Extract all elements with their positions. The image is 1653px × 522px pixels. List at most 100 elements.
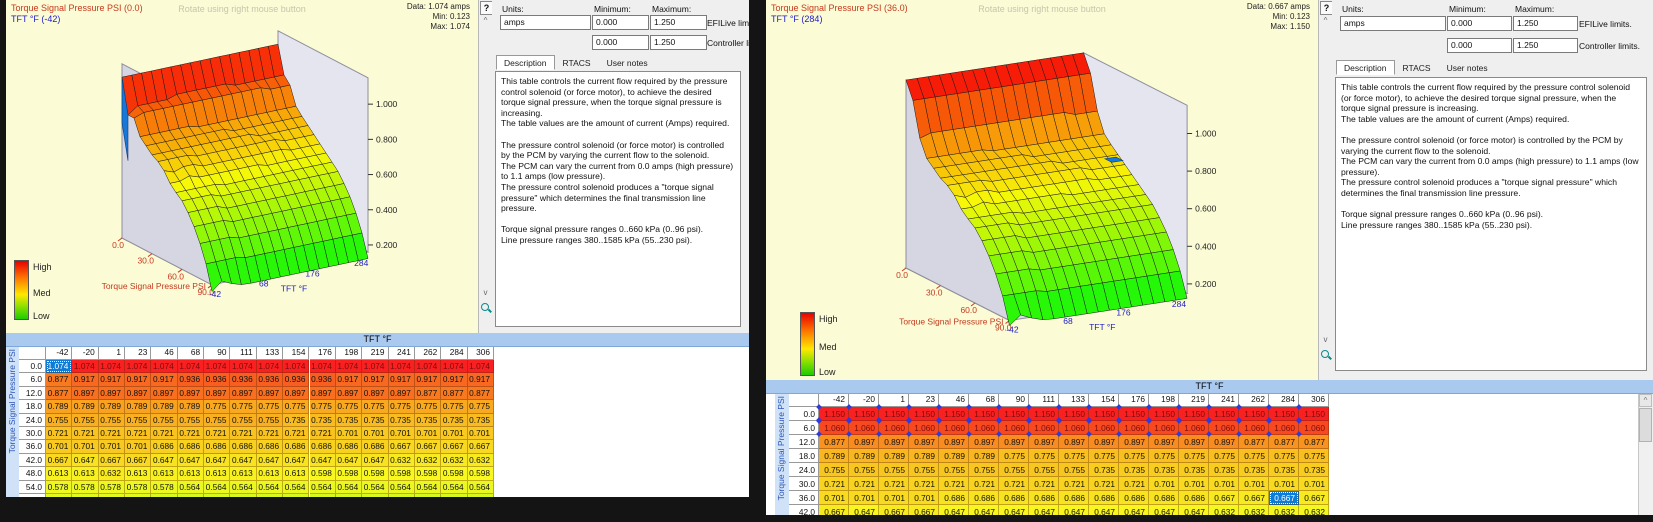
- table-cell[interactable]: 1.074: [310, 360, 336, 373]
- table-cell[interactable]: 0.686: [336, 440, 362, 453]
- row-header[interactable]: 12.0: [789, 435, 819, 449]
- table-cell[interactable]: 0.686: [1059, 491, 1089, 505]
- table-cell[interactable]: 0.647: [849, 505, 879, 515]
- table-cell[interactable]: 0.897: [178, 387, 204, 400]
- efilive-max-field[interactable]: 1.250: [650, 15, 707, 30]
- column-header[interactable]: 23: [125, 347, 151, 360]
- table-cell[interactable]: 0.755: [99, 414, 125, 427]
- column-header[interactable]: 133: [257, 347, 283, 360]
- surface-3d-chart[interactable]: 0.2000.4000.6000.8001.0000.030.060.090.0…: [6, 0, 478, 333]
- table-cell[interactable]: 0.686: [1149, 491, 1179, 505]
- table-cell[interactable]: 0.877: [819, 435, 849, 449]
- table-cell[interactable]: 0.564: [310, 481, 336, 494]
- tab-rtacs[interactable]: RTACS: [1395, 60, 1439, 75]
- table-cell[interactable]: 0.897: [1029, 435, 1059, 449]
- table-cell[interactable]: 0.755: [849, 463, 879, 477]
- column-header[interactable]: 90: [999, 394, 1029, 407]
- table-cell[interactable]: 0.578: [46, 481, 72, 494]
- row-header[interactable]: 42.0: [19, 454, 46, 467]
- table-cell[interactable]: 0.647: [257, 454, 283, 467]
- table-cell[interactable]: 0.789: [939, 449, 969, 463]
- column-header[interactable]: 198: [336, 347, 362, 360]
- table-cell[interactable]: 0.613: [178, 467, 204, 480]
- row-header[interactable]: 48.0: [19, 467, 46, 480]
- table-cell[interactable]: 0.549: [46, 494, 72, 497]
- table-cell[interactable]: 0.917: [468, 373, 494, 386]
- table-cell[interactable]: 0.647: [310, 454, 336, 467]
- table-cell[interactable]: 0.755: [969, 463, 999, 477]
- table-cell[interactable]: 0.701: [1239, 477, 1269, 491]
- table-cell[interactable]: 0.667: [1269, 491, 1299, 505]
- table-cell[interactable]: 0.755: [72, 414, 98, 427]
- table-cell[interactable]: 0.917: [99, 373, 125, 386]
- table-cell[interactable]: 0.789: [125, 400, 151, 413]
- table-cell[interactable]: 0.613: [230, 467, 256, 480]
- table-cell[interactable]: 0.701: [849, 491, 879, 505]
- collapse-down-icon[interactable]: v: [480, 288, 491, 298]
- table-cell[interactable]: 1.060: [1269, 421, 1299, 435]
- table-cell[interactable]: 1.074: [389, 360, 415, 373]
- table-cell[interactable]: 0.721: [999, 477, 1029, 491]
- table-cell[interactable]: 0.686: [1179, 491, 1209, 505]
- table-cell[interactable]: 0.755: [46, 414, 72, 427]
- table-cell[interactable]: 0.701: [125, 440, 151, 453]
- table-cell[interactable]: 0.564: [230, 481, 256, 494]
- tab-description[interactable]: Description: [1336, 60, 1395, 75]
- table-cell[interactable]: 0.701: [879, 491, 909, 505]
- table-cell[interactable]: 0.721: [969, 477, 999, 491]
- table-cell[interactable]: 0.647: [1119, 505, 1149, 515]
- table-cell[interactable]: 0.877: [1299, 435, 1329, 449]
- table-cell[interactable]: 0.667: [441, 440, 467, 453]
- controller-min-field[interactable]: 0.000: [592, 35, 649, 50]
- table-cell[interactable]: 0.632: [415, 454, 441, 467]
- table-cell[interactable]: 0.721: [1059, 477, 1089, 491]
- table-cell[interactable]: 0.755: [819, 463, 849, 477]
- table-cell[interactable]: 0.686: [939, 491, 969, 505]
- table-cell[interactable]: 0.667: [389, 440, 415, 453]
- table-cell[interactable]: 1.150: [1119, 407, 1149, 421]
- table-cell[interactable]: 0.529: [415, 494, 441, 497]
- table-cell[interactable]: 0.775: [1179, 449, 1209, 463]
- column-header[interactable]: 176: [310, 347, 336, 360]
- column-header[interactable]: 23: [909, 394, 939, 407]
- table-cell[interactable]: 1.060: [1029, 421, 1059, 435]
- table-cell[interactable]: 0.686: [310, 440, 336, 453]
- table-cell[interactable]: 0.701: [819, 491, 849, 505]
- tab-rtacs[interactable]: RTACS: [555, 55, 599, 70]
- table-cell[interactable]: 0.897: [879, 435, 909, 449]
- table-cell[interactable]: 0.775: [204, 400, 230, 413]
- table-cell[interactable]: 0.789: [151, 400, 177, 413]
- table-cell[interactable]: 0.578: [72, 481, 98, 494]
- column-header[interactable]: 154: [283, 347, 309, 360]
- row-header[interactable]: 60.0: [19, 494, 46, 497]
- table-cell[interactable]: 0.721: [283, 427, 309, 440]
- table-cell[interactable]: 0.647: [999, 505, 1029, 515]
- table-cell[interactable]: 0.936: [257, 373, 283, 386]
- table-cell[interactable]: 0.735: [283, 414, 309, 427]
- scroll-thumb[interactable]: [1639, 408, 1652, 442]
- table-cell[interactable]: 0.917: [362, 373, 388, 386]
- table-cell[interactable]: 0.936: [204, 373, 230, 386]
- table-cell[interactable]: 0.686: [362, 440, 388, 453]
- table-cell[interactable]: 0.721: [99, 427, 125, 440]
- table-cell[interactable]: 0.789: [879, 449, 909, 463]
- table-cell[interactable]: 0.686: [1089, 491, 1119, 505]
- table-cell[interactable]: 0.775: [415, 400, 441, 413]
- table-cell[interactable]: 0.578: [99, 481, 125, 494]
- table-cell[interactable]: 0.686: [178, 440, 204, 453]
- column-header[interactable]: 284: [441, 347, 467, 360]
- table-cell[interactable]: 0.897: [909, 435, 939, 449]
- table-cell[interactable]: 0.647: [1179, 505, 1209, 515]
- table-cell[interactable]: 0.667: [46, 454, 72, 467]
- table-cell[interactable]: 1.150: [1029, 407, 1059, 421]
- table-cell[interactable]: 0.613: [257, 467, 283, 480]
- table-cell[interactable]: 0.775: [1209, 449, 1239, 463]
- tab-user-notes[interactable]: User notes: [1439, 60, 1496, 75]
- table-cell[interactable]: 0.632: [441, 454, 467, 467]
- table-cell[interactable]: 0.632: [1239, 505, 1269, 515]
- table-cell[interactable]: 1.060: [1149, 421, 1179, 435]
- table-cell[interactable]: 1.150: [879, 407, 909, 421]
- table-cell[interactable]: 1.060: [849, 421, 879, 435]
- table-cell[interactable]: 0.897: [1059, 435, 1089, 449]
- row-header[interactable]: 18.0: [19, 400, 46, 413]
